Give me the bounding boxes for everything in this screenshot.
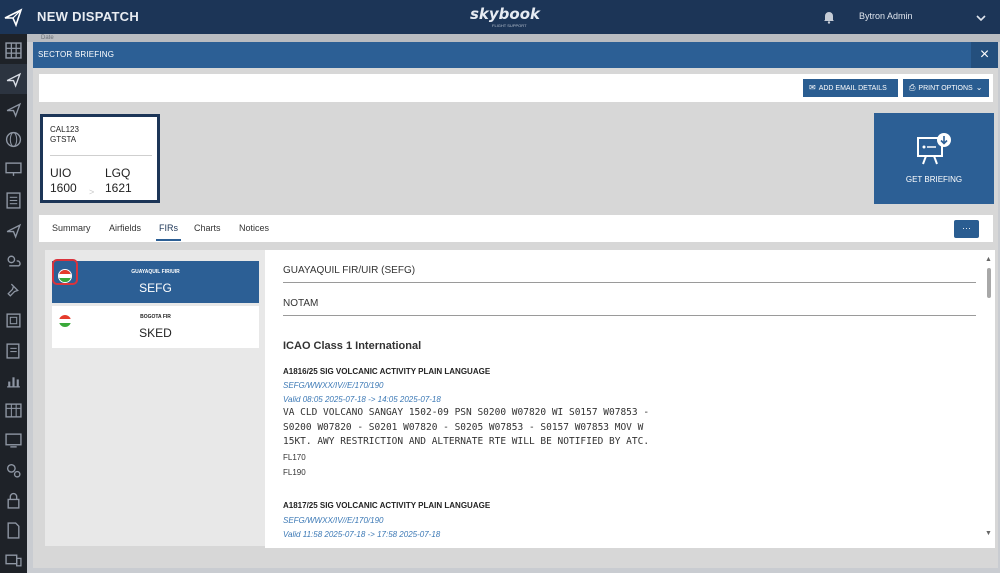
departure-airport: UIO: [50, 166, 72, 180]
notam-validity: Valid 08:05 2025-07-18 -> 14:05 2025-07-…: [283, 395, 441, 404]
plane-icon[interactable]: [5, 101, 22, 118]
arrival-time: 1621: [105, 181, 132, 195]
chevron-down-icon: ⌄: [975, 83, 983, 92]
flight-card[interactable]: CAL123 GTSTA UIO 1600 > LGQ 1621: [40, 114, 160, 203]
callsign: CAL123: [50, 125, 79, 134]
fir-code: SEFG: [139, 281, 172, 295]
plane-icon[interactable]: [5, 71, 22, 88]
user-name[interactable]: Bytron Admin: [859, 11, 913, 21]
scroll-thumb[interactable]: [987, 268, 991, 298]
chevron-right-icon: >: [89, 187, 95, 197]
add-email-details-button[interactable]: ✉ ADD EMAIL DETAILS: [803, 79, 898, 97]
notam-lower-limit: FL170: [283, 453, 306, 462]
chevron-down-icon[interactable]: [975, 11, 987, 23]
class-heading: ICAO Class 1 International: [283, 340, 422, 352]
card-divider: [50, 155, 152, 156]
pin-icon[interactable]: [5, 282, 22, 299]
tab-airfields[interactable]: Airfields: [109, 223, 141, 233]
fir-heading: GUAYAQUIL FIR/UIR (SEFG): [283, 265, 416, 276]
scroll-up-icon[interactable]: ▲: [985, 256, 992, 263]
briefing-board-icon: [917, 133, 951, 165]
screen-icon[interactable]: [5, 432, 22, 449]
modal-title: SECTOR BRIEFING: [38, 50, 115, 59]
notam-route[interactable]: SEFG/WWXX/IV//E/170/190: [283, 381, 383, 390]
fir-name: GUAYAQUIL FIR/UIR: [131, 269, 180, 275]
monitor-icon[interactable]: [5, 161, 22, 178]
side-rail: [0, 0, 27, 573]
checklist-icon[interactable]: [5, 342, 22, 359]
app-title: NEW DISPATCH: [37, 9, 140, 24]
fir-name: BOGOTA FIR: [140, 314, 171, 320]
section-heading: NOTAM: [283, 298, 319, 309]
section-divider: [283, 315, 976, 316]
heading-divider: [283, 282, 976, 283]
chart-icon[interactable]: [5, 372, 22, 389]
skybook-logo: skybook: [470, 5, 541, 23]
tab-notices[interactable]: Notices: [239, 223, 269, 233]
highlight-marker: [52, 259, 78, 285]
get-briefing-button[interactable]: GET BRIEFING: [874, 113, 994, 204]
notam-scrollbar[interactable]: ▲ ▼: [985, 256, 993, 542]
notam-id: A1817/25 SIG VOLCANIC ACTIVITY PLAIN LAN…: [283, 501, 491, 510]
departure-time: 1600: [50, 181, 77, 195]
flight-identity: CAL123 GTSTA: [50, 125, 79, 145]
devices-icon[interactable]: [5, 552, 22, 569]
doc-icon[interactable]: [5, 312, 22, 329]
registration: GTSTA: [50, 135, 77, 144]
arrival-block: LGQ 1621: [105, 166, 132, 196]
notam-route[interactable]: SEFG/WWXX/IV//E/170/190: [283, 516, 383, 525]
plane-icon[interactable]: [3, 7, 23, 28]
fir-code: SKED: [139, 326, 172, 340]
departure-block: UIO 1600: [50, 166, 77, 196]
notam-body: VA CLD VOLCANO SANGAY 1502-09 PSN S0200 …: [283, 407, 650, 447]
background-label: Date: [41, 35, 54, 41]
background-content: [27, 34, 1000, 42]
grid-icon[interactable]: [5, 42, 22, 59]
weather-icon[interactable]: [5, 252, 22, 269]
add-email-details-label: ADD EMAIL DETAILS: [818, 85, 887, 92]
close-button[interactable]: ×: [971, 42, 998, 68]
active-tab-indicator: [156, 239, 181, 241]
globe-icon[interactable]: [5, 131, 22, 148]
tab-firs[interactable]: FIRs: [159, 223, 178, 233]
fir-item-sefg[interactable]: GUAYAQUIL FIR/UIR SEFG: [52, 261, 259, 303]
printer-icon: ⎙: [909, 83, 916, 92]
lock-icon[interactable]: [5, 492, 22, 509]
file-icon[interactable]: [5, 522, 22, 539]
print-options-label: PRINT OPTIONS: [918, 85, 973, 92]
notam-id: A1816/25 SIG VOLCANIC ACTIVITY PLAIN LAN…: [283, 367, 491, 376]
notam-upper-limit: FL190: [283, 468, 306, 477]
envelope-icon: ✉: [809, 83, 816, 92]
tab-summary[interactable]: Summary: [52, 223, 91, 233]
modal-header: SECTOR BRIEFING ×: [33, 42, 998, 68]
tab-charts[interactable]: Charts: [194, 223, 221, 233]
plane-icon[interactable]: [5, 222, 22, 239]
get-briefing-label: GET BRIEFING: [905, 175, 963, 184]
arrival-airport: LGQ: [105, 166, 131, 180]
more-options-button[interactable]: ···: [954, 220, 979, 238]
bell-icon[interactable]: [822, 10, 836, 24]
top-bar: NEW DISPATCH skybook FLIGHT SUPPORT Bytr…: [0, 0, 1000, 34]
notam-detail-panel: GUAYAQUIL FIR/UIR (SEFG) NOTAM ICAO Clas…: [265, 250, 995, 548]
list-icon[interactable]: [5, 192, 22, 209]
scroll-down-icon[interactable]: ▼: [985, 530, 992, 537]
briefing-tabs: Summary Airfields FIRs Charts Notices ··…: [39, 215, 993, 242]
briefing-toolbar: ✉ ADD EMAIL DETAILS ⎙ PRINT OPTIONS ⌄: [39, 74, 993, 102]
print-options-button[interactable]: ⎙ PRINT OPTIONS ⌄: [903, 79, 989, 97]
fir-item-sked[interactable]: BOGOTA FIR SKED: [52, 306, 259, 348]
table-icon[interactable]: [5, 402, 22, 419]
logo-subtitle: FLIGHT SUPPORT: [492, 23, 527, 28]
notam-validity: Valid 11:58 2025-07-18 -> 17:58 2025-07-…: [283, 530, 441, 539]
gears-icon[interactable]: [5, 462, 22, 479]
